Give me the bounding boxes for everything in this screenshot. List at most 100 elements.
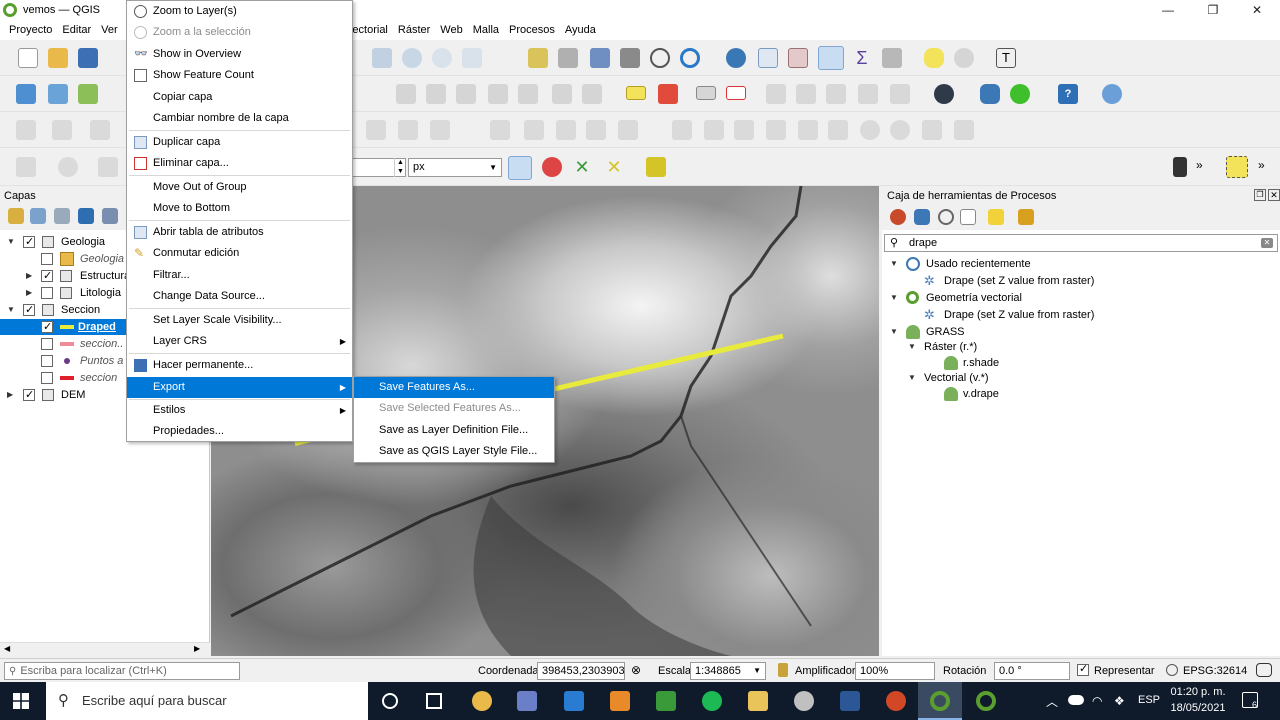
- layer-checkbox[interactable]: [41, 338, 53, 350]
- layer-checkbox[interactable]: [41, 355, 53, 367]
- clock-time[interactable]: 01:20 p. m.: [1170, 686, 1226, 698]
- taskbar-search-input[interactable]: ⚲ Escribe aquí para buscar: [46, 682, 368, 720]
- select-by-value-icon[interactable]: [58, 157, 78, 177]
- app-icon-purple[interactable]: [517, 691, 537, 711]
- label-show-hide-icon[interactable]: [858, 84, 878, 104]
- expand-arrow-icon[interactable]: ▼: [7, 302, 15, 318]
- add-vector-layer-icon[interactable]: [78, 84, 98, 104]
- digitize-polygon-icon[interactable]: [52, 120, 72, 140]
- scroll-right-icon[interactable]: ▶: [194, 644, 200, 653]
- messages-icon[interactable]: [1256, 663, 1272, 677]
- merge-features-icon[interactable]: [556, 120, 576, 140]
- minimize-button[interactable]: —: [1146, 0, 1190, 20]
- toolbar-overflow-chevron-icon[interactable]: »: [1196, 158, 1203, 172]
- zoom-layer-icon[interactable]: [528, 48, 548, 68]
- label-rotate-icon[interactable]: [796, 84, 816, 104]
- select-features-icon[interactable]: [16, 157, 36, 177]
- scale-field[interactable]: 1:348865 ▼: [690, 662, 766, 680]
- undo-icon[interactable]: [552, 84, 572, 104]
- layers-horizontal-scrollbar[interactable]: ◀ ▶: [0, 642, 210, 656]
- globe-plugin-icon[interactable]: [934, 84, 954, 104]
- menu-properties[interactable]: Propiedades...: [127, 421, 352, 442]
- new-layer-icon[interactable]: [48, 84, 68, 104]
- clock-date[interactable]: 18/05/2021: [1170, 702, 1226, 714]
- label-abc-icon[interactable]: [626, 86, 646, 100]
- data-source-manager-icon[interactable]: [16, 84, 36, 104]
- layer-checkbox[interactable]: [23, 302, 35, 318]
- tree-item-drape-vector[interactable]: ✲ Drape (set Z value from raster): [882, 307, 1280, 323]
- menu-raster[interactable]: Ráster: [393, 24, 435, 36]
- menu-move-out-of-group[interactable]: Move Out of Group: [127, 177, 352, 198]
- zoom-out-icon[interactable]: [432, 48, 452, 68]
- label-move-icon[interactable]: [766, 84, 786, 104]
- expand-arrow-icon[interactable]: ▼: [890, 290, 898, 306]
- task-view-icon[interactable]: [426, 693, 442, 709]
- float-panel-icon[interactable]: ❐: [1254, 189, 1266, 201]
- text-annotation-icon[interactable]: T: [996, 48, 1016, 68]
- powerpoint-icon[interactable]: [886, 691, 906, 711]
- diagram-icon[interactable]: [658, 84, 678, 104]
- feature-count-checkbox[interactable]: [134, 69, 147, 82]
- processing-toolbox-icon[interactable]: [818, 46, 844, 70]
- render-checkbox[interactable]: [1077, 662, 1089, 676]
- gamma-icon[interactable]: [860, 120, 880, 140]
- sublime-icon[interactable]: [610, 691, 630, 711]
- select-area-icon[interactable]: [1226, 156, 1248, 178]
- temporal-clock-icon[interactable]: [650, 48, 670, 68]
- file-explorer-icon[interactable]: [748, 691, 768, 711]
- split-features-icon[interactable]: [490, 120, 510, 140]
- layer-checkbox[interactable]: [23, 387, 35, 403]
- maximize-button[interactable]: ❐: [1191, 0, 1235, 20]
- layer-checkbox[interactable]: [41, 268, 53, 284]
- layer-checkbox[interactable]: [41, 253, 53, 265]
- rotate-point-icon[interactable]: [618, 120, 638, 140]
- menu-save-selected-features-as[interactable]: Save Selected Features As...: [354, 398, 554, 419]
- menu-procesos[interactable]: Procesos: [504, 24, 560, 36]
- reshape-icon[interactable]: [366, 120, 386, 140]
- vertex-tool-icon[interactable]: [90, 120, 110, 140]
- menu-remove-layer[interactable]: Eliminar capa...: [127, 153, 352, 174]
- deselect-icon[interactable]: [98, 157, 118, 177]
- add-feature-icon[interactable]: [1173, 157, 1187, 177]
- snapping-spin-arrows-icon[interactable]: ▲ ▼: [394, 158, 406, 177]
- word-icon[interactable]: [840, 691, 860, 711]
- menu-filter[interactable]: Filtrar...: [127, 265, 352, 286]
- menu-ver[interactable]: Ver: [96, 24, 123, 36]
- raster-cumulative-icon[interactable]: [766, 120, 786, 140]
- lock-scale-icon[interactable]: [778, 663, 788, 677]
- menu-zoom-to-layer[interactable]: Zoom to Layer(s): [127, 1, 352, 22]
- digitize-line-icon[interactable]: [16, 120, 36, 140]
- menu-editar[interactable]: Editar: [57, 24, 96, 36]
- menu-duplicate-layer[interactable]: Duplicar capa: [127, 132, 352, 153]
- tray-chevron-icon[interactable]: ︿: [1046, 693, 1058, 710]
- attribute-table-icon[interactable]: [758, 48, 778, 68]
- raster-transparency-icon[interactable]: [922, 120, 942, 140]
- menu-ayuda[interactable]: Ayuda: [560, 24, 601, 36]
- notes-icon[interactable]: [656, 691, 676, 711]
- menu-save-layer-definition[interactable]: Save as Layer Definition File...: [354, 420, 554, 441]
- expand-arrow-icon[interactable]: ▼: [908, 339, 916, 355]
- snapping-intersection-icon[interactable]: [542, 157, 562, 177]
- wifi-icon[interactable]: ◠: [1092, 694, 1102, 708]
- delete-feature-icon[interactable]: [426, 84, 446, 104]
- cut-icon[interactable]: [456, 84, 476, 104]
- label-change-icon[interactable]: [826, 84, 846, 104]
- menu-copy-layer[interactable]: Copiar capa: [127, 87, 352, 108]
- spatial-bookmark-icon[interactable]: [954, 48, 974, 68]
- menu-export[interactable]: Export ▶: [127, 377, 352, 398]
- merge-attributes-icon[interactable]: [586, 120, 606, 140]
- crs-label[interactable]: EPSG:32614: [1183, 665, 1247, 677]
- models-icon[interactable]: [890, 209, 906, 225]
- reverse-line-icon[interactable]: [430, 120, 450, 140]
- raster-filter-icon[interactable]: [954, 120, 974, 140]
- save-project-icon[interactable]: [78, 48, 98, 68]
- windows-start-icon[interactable]: [13, 693, 29, 709]
- expand-arrow-icon[interactable]: ▼: [908, 370, 916, 386]
- menu-malla[interactable]: Malla: [468, 24, 504, 36]
- align-rasters-icon[interactable]: [672, 120, 692, 140]
- brightness-icon[interactable]: [798, 120, 818, 140]
- green-plugin-icon[interactable]: [1010, 84, 1030, 104]
- mail-icon[interactable]: [564, 691, 584, 711]
- menu-styles[interactable]: Estilos ▶: [127, 400, 352, 421]
- close-panel-icon[interactable]: ✕: [1268, 189, 1280, 201]
